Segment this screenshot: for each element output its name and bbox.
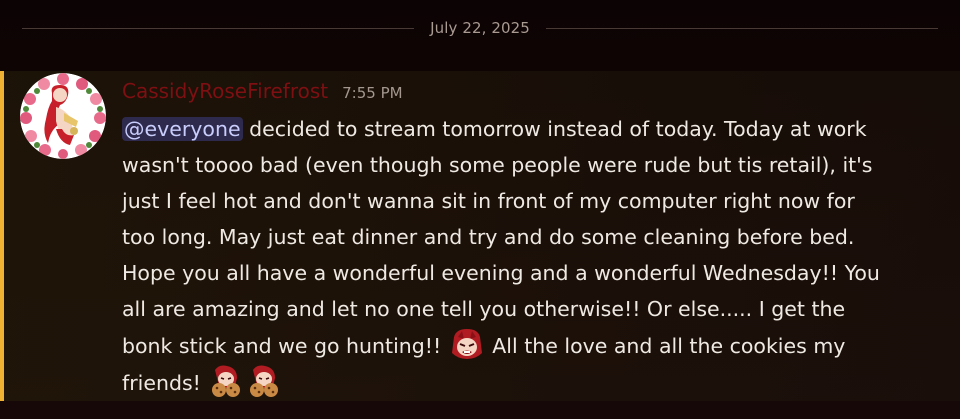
cookie-girl-emoji-icon[interactable] (247, 364, 281, 398)
username[interactable]: CassidyRoseFirefrost (122, 79, 328, 103)
message-line-8: friends! (122, 364, 932, 401)
message-line-3: just I feel hot and don't wanna sit in f… (122, 189, 855, 213)
cookie-girl-emoji-icon[interactable] (209, 364, 243, 398)
date-divider: July 22, 2025 (22, 15, 938, 41)
message-line-1: @everyone decided to stream tomorrow ins… (122, 111, 932, 147)
message-text: All the love and all the cookies my (492, 334, 846, 358)
message-timestamp[interactable]: 7:55 PM (342, 84, 402, 102)
message-content: @everyone decided to stream tomorrow ins… (122, 111, 932, 401)
message-line-5: Hope you all have a wonderful evening an… (122, 261, 880, 285)
message-text: bonk stick and we go hunting!! (122, 334, 442, 358)
message-line-4: too long. May just eat dinner and try an… (122, 225, 855, 249)
divider-line-right (545, 27, 938, 29)
divider-line-left (22, 27, 415, 29)
avatar[interactable] (20, 73, 106, 159)
message-line-7: bonk stick and we go hunting!! All the l… (122, 327, 932, 364)
message-line-2: wasn't toooo bad (even though some peopl… (122, 153, 873, 177)
avatar-image (20, 73, 106, 159)
message-header: CassidyRoseFirefrost 7:55 PM (122, 79, 403, 109)
angry-girl-emoji-icon[interactable] (450, 327, 484, 361)
divider-date: July 22, 2025 (430, 19, 530, 37)
message-text: decided to stream tomorrow instead of to… (249, 117, 867, 141)
message-line-6: all are amazing and let no one tell you … (122, 297, 846, 321)
everyone-mention[interactable]: @everyone (122, 117, 243, 141)
mention-highlight-bar (0, 71, 4, 401)
message-row[interactable]: CassidyRoseFirefrost 7:55 PM @everyone d… (0, 71, 960, 401)
message-text: friends! (122, 371, 201, 395)
